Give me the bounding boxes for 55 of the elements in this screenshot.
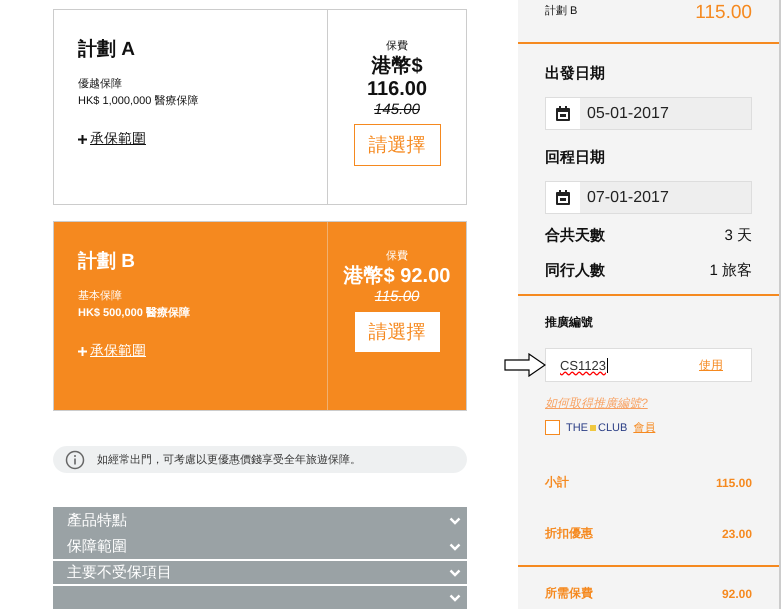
club-checkbox[interactable] xyxy=(545,420,560,435)
promo-code-field[interactable]: CS1123 使用 xyxy=(545,348,752,382)
info-icon xyxy=(65,450,85,470)
plan-amount: 115.00 xyxy=(695,2,752,24)
total-label: 小計 xyxy=(545,474,569,491)
member-link[interactable]: 會員 xyxy=(633,420,656,435)
coverage-link[interactable]: 承保範圍 xyxy=(90,342,146,360)
fee-label: 保費 xyxy=(386,249,408,263)
date-label: 回程日期 xyxy=(545,148,606,167)
plan-tier-label: 基本保障 xyxy=(78,288,123,304)
promo-help-link[interactable]: 如何取得推廣編號? xyxy=(545,395,648,412)
apply-link[interactable]: 使用 xyxy=(699,356,723,374)
select-button[interactable]: 請選擇 xyxy=(354,124,440,166)
old-price: 115.00 xyxy=(374,288,420,305)
plan-price: 港幣$ 92.00 xyxy=(342,265,452,288)
coverage-link[interactable]: 承保範圍 xyxy=(90,130,146,148)
calendar-icon xyxy=(555,105,571,122)
brand-text: CLUB xyxy=(598,422,628,434)
date-field[interactable]: 05-01-2017 xyxy=(545,97,752,130)
old-price: 145.00 xyxy=(374,101,420,118)
select-button[interactable]: 請選擇 xyxy=(354,311,440,353)
plan-name: 計劃 B xyxy=(78,250,136,274)
accordion-header[interactable]: 保障範圍 xyxy=(53,534,467,559)
total-value: 92.00 xyxy=(722,586,752,600)
total-label: 折扣優惠 xyxy=(545,525,593,542)
fee-label: 保費 xyxy=(386,39,408,53)
plan-coverage: HK$ 1,000,000 醫療保障 xyxy=(78,94,200,109)
fact-value: 3 天 xyxy=(724,226,752,245)
chevron-icon xyxy=(449,516,461,524)
promo-label: 推廣編號 xyxy=(545,314,594,331)
brand-text: THE xyxy=(566,422,588,434)
total-value: 115.00 xyxy=(716,476,752,490)
chevron-icon xyxy=(449,542,461,550)
date-label: 出發日期 xyxy=(545,64,606,83)
plan-price: 港幣$ 116.00 xyxy=(366,55,428,101)
total-value: 23.00 xyxy=(722,526,752,540)
fact-label: 合共天數 xyxy=(545,226,605,245)
fact-label: 同行人數 xyxy=(545,261,605,280)
plan-coverage: HK$ 500,000 醫療保障 xyxy=(78,306,191,321)
plan-tier-label: 優越保障 xyxy=(78,76,123,92)
plan-name: 計劃 A xyxy=(78,38,136,62)
chevron-icon xyxy=(449,594,461,602)
plus-icon xyxy=(78,134,87,144)
total-label: 所需保費 xyxy=(545,585,593,602)
logo-icon xyxy=(590,424,596,430)
accordion-header[interactable]: 產品特點 xyxy=(53,507,467,534)
accordion-header[interactable]: 主要不受保項目 xyxy=(53,559,467,584)
info-text: 如經常出門，可考慮以更優惠價錢享受全年旅遊保障。 xyxy=(97,452,361,467)
calendar-icon xyxy=(555,189,571,206)
accordion-header[interactable] xyxy=(53,584,467,609)
fact-value: 1 旅客 xyxy=(709,261,752,280)
plus-icon xyxy=(78,346,87,356)
date-field[interactable]: 07-01-2017 xyxy=(545,181,752,214)
chevron-icon xyxy=(449,568,461,576)
selected-plan: 計劃 B xyxy=(545,4,578,18)
